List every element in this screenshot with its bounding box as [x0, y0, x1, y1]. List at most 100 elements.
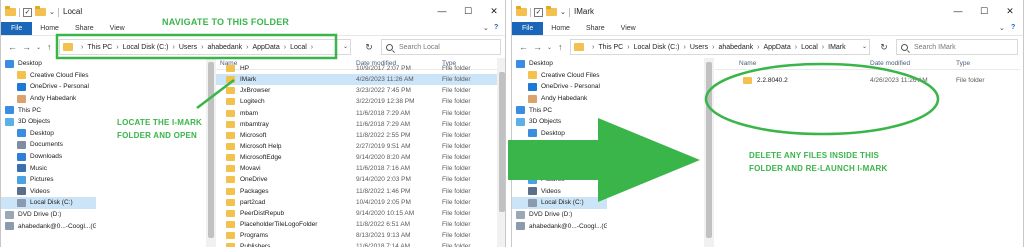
back-arrow-icon[interactable]: ← — [519, 42, 528, 52]
maximize-icon[interactable]: ☐ — [455, 0, 481, 22]
breadcrumb-ahabedank[interactable]: ahabedank — [207, 44, 242, 51]
nav-item-local-disk-c[interactable]: Local Disk (C:) — [1, 197, 96, 209]
minimize-icon[interactable]: — — [429, 0, 455, 22]
table-row[interactable]: 2.2.8040.2 4/26/2023 11:26 AM File folder — [715, 75, 1020, 86]
refresh-icon[interactable]: ↻ — [362, 40, 376, 54]
breadcrumb-local-disk[interactable]: Local Disk (C:) — [123, 44, 169, 51]
minimize-icon[interactable]: — — [945, 0, 971, 22]
nav-item-desktop[interactable]: Desktop — [512, 128, 607, 140]
address-history-chevron-icon[interactable]: ⌄ — [343, 43, 348, 50]
navigation-scrollbar[interactable] — [206, 58, 216, 247]
tab-share[interactable]: Share — [578, 22, 613, 35]
nav-item-desktop[interactable]: Desktop — [1, 58, 96, 70]
table-row[interactable]: OneDrive 9/14/2020 2:03 PM File folder — [216, 174, 497, 185]
breadcrumb-users[interactable]: Users — [179, 44, 197, 51]
breadcrumb-separator[interactable]: › — [246, 44, 248, 51]
table-row[interactable]: PlaceholderTileLogoFolder 11/8/2022 6:51 … — [216, 219, 497, 230]
table-row[interactable]: Packages 11/8/2022 1:46 PM File folder — [216, 186, 497, 197]
close-icon[interactable]: ✕ — [481, 0, 505, 22]
close-icon[interactable]: ✕ — [997, 0, 1023, 22]
table-row[interactable]: Movavi 11/6/2018 7:16 AM File folder — [216, 163, 497, 174]
breadcrumb-separator[interactable]: › — [795, 44, 797, 51]
breadcrumb-separator[interactable]: › — [712, 44, 714, 51]
nav-item-local-disk-c[interactable]: Local Disk (C:) — [512, 197, 607, 209]
recent-locations-chevron-icon[interactable]: ⌄ — [547, 44, 552, 51]
nav-item-creative-cloud-files[interactable]: Creative Cloud Files — [512, 70, 607, 82]
tab-file[interactable]: File — [1, 22, 33, 35]
back-arrow-icon[interactable]: ← — [8, 42, 17, 52]
table-row[interactable]: Microsoft 11/8/2022 2:55 PM File folder — [216, 130, 497, 141]
nav-item-onedrive-personal[interactable]: OneDrive - Personal — [512, 81, 607, 93]
table-row[interactable]: mbamtray 11/6/2018 7:29 AM File folder — [216, 119, 497, 130]
scrollbar-thumb[interactable] — [706, 62, 712, 238]
breadcrumb-separator[interactable]: › — [757, 44, 759, 51]
file-list-scrollbar[interactable] — [497, 58, 505, 247]
nav-item-pictures[interactable]: Pictures — [512, 174, 607, 186]
breadcrumb-separator[interactable]: › — [684, 44, 686, 51]
table-row[interactable]: IMark 4/26/2023 11:26 AM File folder — [216, 74, 497, 86]
nav-item-andy-habedank[interactable]: Andy Habedank — [512, 93, 607, 105]
nav-item-ahabedank-0-coogl-g[interactable]: ahabedank@0...-Coogl...(G:) — [512, 220, 607, 232]
expand-ribbon-chevron-icon[interactable]: ⌄ — [483, 24, 489, 32]
breadcrumb-appdata[interactable]: AppData — [763, 44, 790, 51]
breadcrumb-separator[interactable]: › — [311, 44, 313, 51]
scrollbar-thumb[interactable] — [208, 62, 214, 238]
tab-file[interactable]: File — [512, 22, 544, 35]
breadcrumb-separator[interactable]: › — [627, 44, 629, 51]
nav-item-downloads[interactable]: Downloads — [1, 151, 96, 163]
nav-item-desktop[interactable]: Desktop — [1, 128, 96, 140]
breadcrumb-users[interactable]: Users — [690, 44, 708, 51]
column-header-date[interactable]: Date modified — [870, 60, 956, 67]
breadcrumb-separator[interactable]: › — [173, 44, 175, 51]
properties-check-icon[interactable]: ✓ — [534, 7, 543, 17]
table-row[interactable]: Publishers 11/6/2018 7:14 AM File folder — [216, 241, 497, 247]
nav-item-downloads[interactable]: Downloads — [512, 151, 607, 163]
tab-view[interactable]: View — [613, 22, 644, 35]
up-arrow-icon[interactable]: ↑ — [558, 42, 563, 52]
nav-item-pictures[interactable]: Pictures — [1, 174, 96, 186]
breadcrumb-this-pc[interactable]: This PC — [87, 44, 112, 51]
nav-item-ahabedank-0-coogl-g[interactable]: ahabedank@0...-Coogl...(G:) — [1, 220, 96, 232]
nav-item-music[interactable]: Music — [512, 162, 607, 174]
nav-item-videos[interactable]: Videos — [1, 186, 96, 198]
breadcrumb-appdata[interactable]: AppData — [252, 44, 279, 51]
expand-ribbon-chevron-icon[interactable]: ⌄ — [999, 24, 1005, 32]
customize-toolbar-chevron-icon[interactable]: ⌄ — [49, 8, 55, 16]
nav-item-videos[interactable]: Videos — [512, 186, 607, 198]
new-folder-icon[interactable] — [35, 6, 46, 16]
breadcrumb-this-pc[interactable]: This PC — [598, 44, 623, 51]
breadcrumb-local[interactable]: Local — [290, 44, 307, 51]
table-row[interactable]: part2cad 10/4/2019 2:05 PM File folder — [216, 197, 497, 208]
address-bar[interactable]: › This PC › Local Disk (C:) › Users › ah… — [59, 39, 351, 55]
search-input[interactable]: Search IMark — [896, 39, 1018, 55]
table-row[interactable]: MicrosoftEdge 9/14/2020 8:20 AM File folde… — [216, 152, 497, 163]
nav-item-onedrive-personal[interactable]: OneDrive - Personal — [1, 81, 96, 93]
scrollbar-thumb[interactable] — [499, 72, 505, 212]
nav-item-this-pc[interactable]: This PC — [512, 104, 607, 116]
new-folder-icon[interactable] — [546, 6, 557, 16]
navigation-scrollbar[interactable] — [704, 58, 714, 247]
nav-item-dvd-drive-d[interactable]: DVD Drive (D:) — [512, 209, 607, 221]
nav-item-documents[interactable]: Documents — [1, 139, 96, 151]
customize-toolbar-chevron-icon[interactable]: ⌄ — [560, 8, 566, 16]
breadcrumb-separator[interactable]: › — [116, 44, 118, 51]
nav-item-3d-objects[interactable]: 3D Objects — [1, 116, 96, 128]
forward-arrow-icon[interactable]: → — [22, 42, 31, 52]
table-row[interactable]: mbam 11/6/2018 7:29 AM File folder — [216, 108, 497, 119]
nav-item-documents[interactable]: Documents — [512, 139, 607, 151]
breadcrumb-separator[interactable]: › — [201, 44, 203, 51]
nav-item-music[interactable]: Music — [1, 162, 96, 174]
nav-item-andy-habedank[interactable]: Andy Habedank — [1, 93, 96, 105]
table-row[interactable]: Programs 8/13/2021 9:13 AM File folder — [216, 230, 497, 241]
table-row[interactable]: HP 10/9/2017 2:07 PM File folder — [216, 63, 497, 74]
breadcrumb-local-disk[interactable]: Local Disk (C:) — [634, 44, 680, 51]
maximize-icon[interactable]: ☐ — [971, 0, 997, 22]
column-header-name[interactable]: Name — [715, 60, 870, 67]
forward-arrow-icon[interactable]: → — [533, 42, 542, 52]
table-row[interactable]: PeerDistRepub 9/14/2020 10:15 AM File fold… — [216, 208, 497, 219]
help-icon[interactable]: ? — [1011, 24, 1015, 31]
nav-item-desktop[interactable]: Desktop — [512, 58, 607, 70]
nav-item-3d-objects[interactable]: 3D Objects — [512, 116, 607, 128]
search-input[interactable]: Search Local — [381, 39, 501, 55]
table-row[interactable]: Logitech 3/22/2019 12:38 PM File folder — [216, 96, 497, 107]
